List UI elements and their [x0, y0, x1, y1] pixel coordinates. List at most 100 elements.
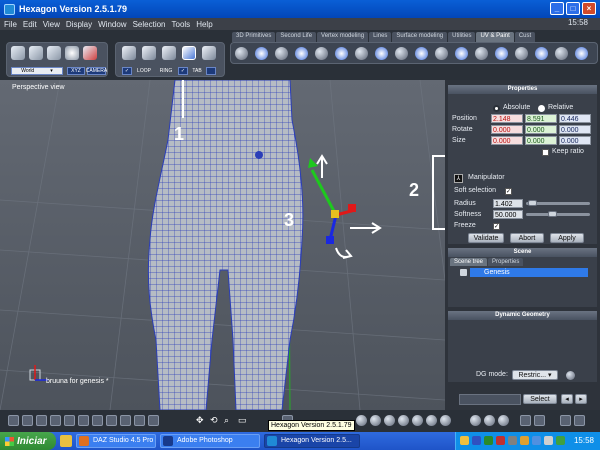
object-mode-icon[interactable] [122, 46, 136, 60]
uv-planar-icon[interactable] [295, 47, 308, 60]
paint-blur-icon[interactable] [515, 47, 528, 60]
shading-smooth-wire-icon[interactable] [398, 415, 409, 426]
uv-cylinder-icon[interactable] [255, 47, 268, 60]
position-z-field[interactable]: 0.446 [559, 114, 591, 123]
menu-help[interactable]: Help [196, 20, 212, 29]
frame-icon[interactable]: ▭ [238, 415, 249, 426]
loop-button[interactable]: LOOP [134, 67, 154, 75]
layout-uv-icon[interactable] [106, 415, 117, 426]
validate-button[interactable]: Validate [468, 233, 504, 243]
tab-checkbox[interactable]: ✓ [178, 67, 188, 75]
paint-smudge-icon[interactable] [475, 47, 488, 60]
softness-field[interactable]: 50.000 [493, 210, 523, 219]
menu-view[interactable]: View [43, 20, 60, 29]
task-photoshop[interactable]: Adobe Photoshop [160, 434, 260, 448]
render-icon[interactable] [498, 415, 509, 426]
tray-icon-1[interactable] [460, 436, 469, 445]
close-icon[interactable]: × [582, 2, 596, 15]
lock-icon[interactable] [83, 46, 97, 60]
select-arrow-icon[interactable] [11, 46, 25, 60]
minimize-icon[interactable]: _ [550, 2, 564, 15]
visibility-icon[interactable] [460, 269, 467, 276]
tab-utilities[interactable]: Utilities [448, 32, 476, 42]
uv-box-icon[interactable] [275, 47, 288, 60]
rotate-z-field[interactable]: 0.000 [559, 125, 591, 134]
maximize-icon[interactable]: □ [566, 2, 580, 15]
menu-tools[interactable]: Tools [172, 20, 191, 29]
menu-display[interactable]: Display [66, 20, 92, 29]
layout-three-icon[interactable] [64, 415, 75, 426]
uv-unfold-icon[interactable] [315, 47, 328, 60]
tray-icon-8[interactable] [544, 436, 553, 445]
shading-texture-icon[interactable] [412, 415, 423, 426]
start-button[interactable]: Iniciar [0, 432, 56, 450]
tab-scene-properties[interactable]: Properties [488, 258, 524, 266]
apply-button[interactable]: Apply [550, 233, 584, 243]
vertex-mode-icon[interactable] [182, 46, 196, 60]
zoom-icon[interactable]: ⌕ [224, 415, 235, 426]
undo-icon[interactable] [560, 415, 571, 426]
sphere-select-icon[interactable] [65, 46, 79, 60]
menu-edit[interactable]: Edit [23, 20, 37, 29]
tab-custom[interactable]: Cust [514, 32, 536, 42]
softness-slider[interactable] [526, 213, 590, 216]
menu-file[interactable]: File [4, 20, 17, 29]
tray-icon-9[interactable] [556, 436, 565, 445]
tray-icon-3[interactable] [484, 436, 493, 445]
rotate-x-field[interactable]: 0.000 [491, 125, 523, 134]
position-x-field[interactable]: 2.148 [491, 114, 523, 123]
grid-toggle-icon[interactable] [520, 415, 531, 426]
xyz-button[interactable]: XYZ [67, 67, 85, 75]
relative-radio[interactable] [538, 105, 545, 112]
dg-toggle-icon[interactable] [566, 371, 575, 380]
task-hexagon[interactable]: Hexagon Version 2.5... [264, 434, 360, 448]
face-mode-icon[interactable] [142, 46, 156, 60]
quicklaunch-icon[interactable] [60, 435, 72, 447]
auto-mode-icon[interactable] [202, 46, 216, 60]
uv-weld-icon[interactable] [375, 47, 388, 60]
manipulator-gizmo[interactable] [308, 158, 356, 244]
lights-icon[interactable] [470, 415, 481, 426]
uv-relax-icon[interactable] [335, 47, 348, 60]
layout-split-v-icon[interactable] [50, 415, 61, 426]
paint-eraser-icon[interactable] [455, 47, 468, 60]
tray-icon-4[interactable] [496, 436, 505, 445]
softness-slider-thumb[interactable] [548, 211, 557, 217]
layout-quad-icon[interactable] [22, 415, 33, 426]
paint-brush-icon[interactable] [415, 47, 428, 60]
camera-button[interactable]: CAMERA [86, 67, 107, 75]
edge-mode-icon[interactable] [162, 46, 176, 60]
tray-icon-2[interactable] [472, 436, 481, 445]
paint-bucket-icon[interactable] [435, 47, 448, 60]
magic-wand-icon[interactable]: ✓ [122, 67, 132, 75]
layout-paint-icon[interactable] [134, 415, 145, 426]
tab-surface-modeling[interactable]: Surface modeling [392, 32, 448, 42]
select-button[interactable]: Select [523, 394, 557, 404]
size-z-field[interactable]: 0.000 [559, 136, 591, 145]
lasso-icon[interactable] [29, 46, 43, 60]
abort-button[interactable]: Abort [510, 233, 544, 243]
shadows-icon[interactable] [484, 415, 495, 426]
layout-four-icon[interactable] [78, 415, 89, 426]
snap-toggle-icon[interactable] [534, 415, 545, 426]
dg-mode-select[interactable]: Restric... ▾ [512, 370, 558, 380]
soft-selection-checkbox[interactable]: ✓ [505, 188, 512, 195]
material-icon[interactable] [555, 47, 568, 60]
tray-icon-6[interactable] [520, 436, 529, 445]
paint-select-icon[interactable] [47, 46, 61, 60]
menu-selection[interactable]: Selection [133, 20, 166, 29]
absolute-radio[interactable] [493, 105, 500, 112]
ring-button[interactable]: RING [156, 67, 176, 75]
select-next-icon[interactable]: ▸ [575, 394, 587, 404]
bake-icon[interactable] [575, 47, 588, 60]
layout-split-h-icon[interactable] [36, 415, 47, 426]
layout-single-icon[interactable] [8, 415, 19, 426]
radius-field[interactable]: 1.402 [493, 199, 523, 208]
tab-3d-primitives[interactable]: 3D Primitives [232, 32, 276, 42]
size-x-field[interactable]: 0.000 [491, 136, 523, 145]
texture-icon[interactable] [535, 47, 548, 60]
tab-scene-tree[interactable]: Scene tree [450, 258, 488, 266]
tab-lines[interactable]: Lines [369, 32, 392, 42]
keep-ratio-checkbox[interactable] [542, 149, 549, 156]
coordinate-space-select[interactable]: World ▾ [11, 67, 63, 75]
